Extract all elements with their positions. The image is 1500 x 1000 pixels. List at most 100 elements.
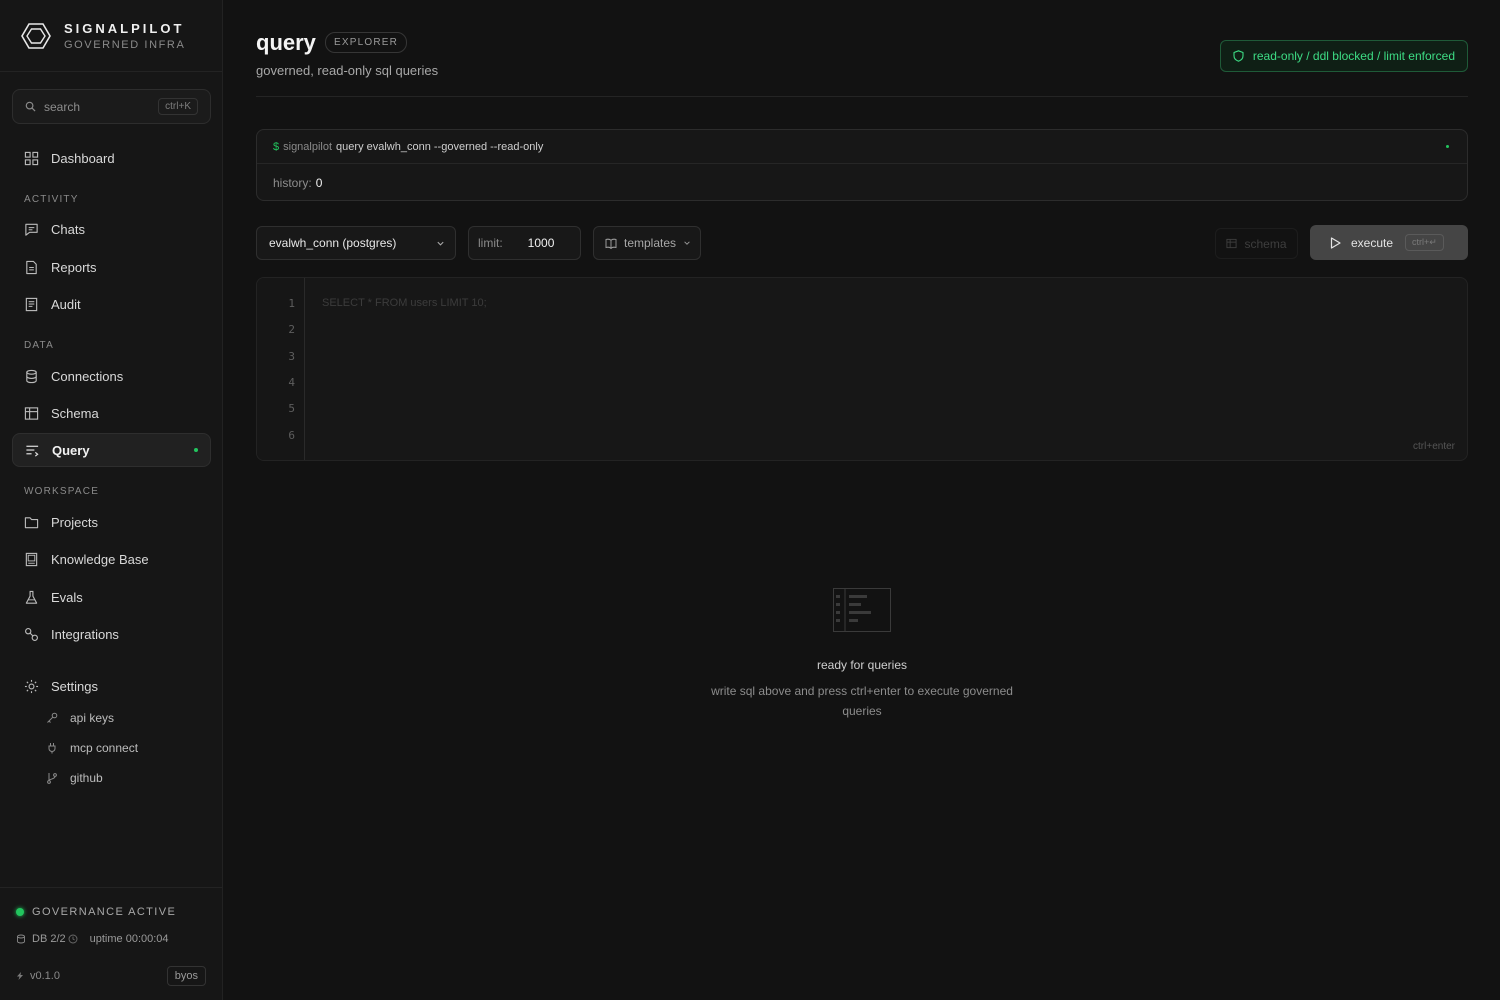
line-number: 4 bbox=[288, 376, 295, 389]
database-icon bbox=[26, 369, 37, 383]
terminal-command: $ signalpilot query evalwh_conn --govern… bbox=[257, 130, 1467, 164]
chat-bubble-icon bbox=[25, 223, 38, 236]
sidebar-item-label: Connections bbox=[51, 368, 124, 384]
query-history: history: 0 bbox=[257, 164, 1467, 201]
empty-state: ready for queries write sql above and pr… bbox=[256, 588, 1468, 721]
dashboard-grid-icon bbox=[24, 151, 39, 165]
sidebar-item-label: Schema bbox=[51, 405, 99, 421]
line-number: 5 bbox=[288, 402, 295, 415]
sidebar: SIGNALPILOT GOVERNED INFRA search ctrl+K… bbox=[0, 0, 223, 1000]
brand-name: SIGNALPILOT bbox=[64, 20, 185, 36]
audit-log-icon bbox=[25, 297, 38, 311]
uptime: uptime 00:00:04 bbox=[89, 933, 169, 945]
guard-label: read-only / ddl blocked / limit enforced bbox=[1252, 49, 1455, 63]
sidebar-item-label: Query bbox=[52, 442, 90, 458]
execute-button[interactable]: execute ctrl+↵ bbox=[1310, 225, 1468, 260]
limit-label: limit: bbox=[478, 236, 503, 250]
settings-item-label: github bbox=[70, 771, 103, 785]
sql-editor[interactable]: 1 2 3 4 5 6 SELECT * FROM users LIMIT 10… bbox=[256, 277, 1468, 461]
line-number: 6 bbox=[288, 429, 295, 442]
shield-icon bbox=[1233, 50, 1244, 62]
system-meta: DB 2/2 uptime 00:00:04 bbox=[16, 933, 169, 945]
sidebar-item-label: Projects bbox=[51, 514, 98, 530]
search-icon bbox=[25, 101, 36, 112]
sidebar-item-label: Knowledge Base bbox=[51, 551, 149, 567]
sidebar-item-integrations[interactable]: Integrations bbox=[12, 617, 211, 651]
terminal-prompt: $ bbox=[273, 140, 280, 153]
settings-item-mcp-connect[interactable]: mcp connect bbox=[46, 737, 138, 759]
sidebar-item-settings[interactable]: Settings bbox=[12, 669, 211, 703]
integrations-link-icon bbox=[25, 627, 38, 641]
table-icon bbox=[1226, 238, 1238, 249]
version-info: v0.1.0 bbox=[16, 970, 60, 982]
chevron-down-icon bbox=[684, 241, 690, 245]
terminal-args: query evalwh_conn --governed --read-only bbox=[336, 140, 544, 153]
schema-button[interactable]: schema bbox=[1215, 228, 1298, 259]
sidebar-item-connections[interactable]: Connections bbox=[12, 359, 211, 393]
active-indicator bbox=[194, 448, 198, 452]
search-shortcut: ctrl+K bbox=[158, 98, 198, 115]
sql-editor-illustration-icon bbox=[833, 588, 891, 632]
empty-state-title: ready for queries bbox=[816, 658, 908, 672]
sidebar-item-audit[interactable]: Audit bbox=[12, 287, 211, 321]
terminal-cli: signalpilot bbox=[283, 140, 333, 153]
database-small-icon bbox=[17, 934, 25, 944]
brand[interactable]: SIGNALPILOT GOVERNED INFRA bbox=[0, 0, 222, 72]
sidebar-item-label: Settings bbox=[51, 678, 98, 694]
sidebar-item-knowledge-base[interactable]: Knowledge Base bbox=[12, 542, 211, 576]
brand-subtitle: GOVERNED INFRA bbox=[64, 38, 186, 51]
execute-label: execute bbox=[1351, 235, 1394, 250]
db-status: DB 2/2 bbox=[32, 933, 66, 945]
key-icon bbox=[47, 712, 58, 723]
page-title: query bbox=[256, 30, 316, 55]
search-placeholder: search bbox=[44, 99, 81, 114]
sidebar-item-reports[interactable]: Reports bbox=[12, 250, 211, 284]
flask-icon bbox=[25, 590, 38, 604]
section-workspace: WORKSPACE bbox=[24, 486, 100, 497]
sidebar-item-label: Integrations bbox=[51, 626, 119, 642]
history-label: history: bbox=[273, 175, 312, 190]
history-count: 0 bbox=[315, 175, 323, 190]
header-divider bbox=[256, 96, 1468, 97]
schema-label: schema bbox=[1244, 236, 1287, 251]
connection-select[interactable]: evalwh_conn (postgres) bbox=[256, 226, 456, 260]
byos-badge[interactable]: byos bbox=[166, 966, 206, 986]
chevron-down-icon bbox=[437, 241, 444, 246]
page-subtitle: governed, read-only sql queries bbox=[256, 63, 439, 78]
sidebar-item-dashboard[interactable]: Dashboard bbox=[12, 141, 211, 175]
search-input[interactable]: search ctrl+K bbox=[12, 89, 211, 124]
limit-input[interactable]: limit: 1000 bbox=[468, 226, 581, 260]
line-number: 1 bbox=[288, 297, 295, 310]
git-branch-icon bbox=[47, 773, 57, 784]
settings-item-label: mcp connect bbox=[70, 741, 139, 755]
settings-item-api-keys[interactable]: api keys bbox=[46, 707, 114, 729]
sidebar-item-projects[interactable]: Projects bbox=[12, 505, 211, 539]
execute-shortcut: ctrl+↵ bbox=[1405, 234, 1444, 251]
line-gutter: 1 2 3 4 5 6 bbox=[257, 278, 305, 460]
connection-value: evalwh_conn (postgres) bbox=[269, 236, 397, 250]
book-open-icon bbox=[605, 238, 617, 249]
governance-label: GOVERNANCE ACTIVE bbox=[32, 906, 177, 918]
settings-item-label: api keys bbox=[70, 711, 115, 725]
plug-icon bbox=[48, 743, 56, 754]
templates-button[interactable]: templates bbox=[593, 226, 701, 260]
sidebar-item-chats[interactable]: Chats bbox=[12, 212, 211, 246]
settings-sun-icon bbox=[24, 679, 39, 693]
editor-shortcut-hint: ctrl+enter bbox=[1413, 441, 1455, 452]
section-activity: ACTIVITY bbox=[24, 194, 79, 205]
settings-item-github[interactable]: github bbox=[46, 767, 103, 789]
templates-label: templates bbox=[624, 236, 677, 250]
sidebar-item-schema[interactable]: Schema bbox=[12, 396, 211, 430]
sidebar-item-label: Audit bbox=[51, 296, 81, 312]
report-document-icon bbox=[26, 260, 37, 274]
sidebar-item-label: Dashboard bbox=[51, 150, 115, 166]
sidebar-item-evals[interactable]: Evals bbox=[12, 580, 211, 614]
main-content: query EXPLORER governed, read-only sql q… bbox=[224, 0, 1500, 1000]
hexagon-logo-icon bbox=[21, 22, 51, 49]
terminal-panel: $ signalpilot query evalwh_conn --govern… bbox=[256, 129, 1468, 201]
query-lines-icon bbox=[26, 445, 39, 457]
sidebar-item-query[interactable]: Query bbox=[12, 433, 211, 467]
section-data: DATA bbox=[24, 340, 54, 351]
sidebar-item-label: Chats bbox=[51, 221, 85, 237]
sidebar-item-label: Reports bbox=[51, 259, 97, 275]
